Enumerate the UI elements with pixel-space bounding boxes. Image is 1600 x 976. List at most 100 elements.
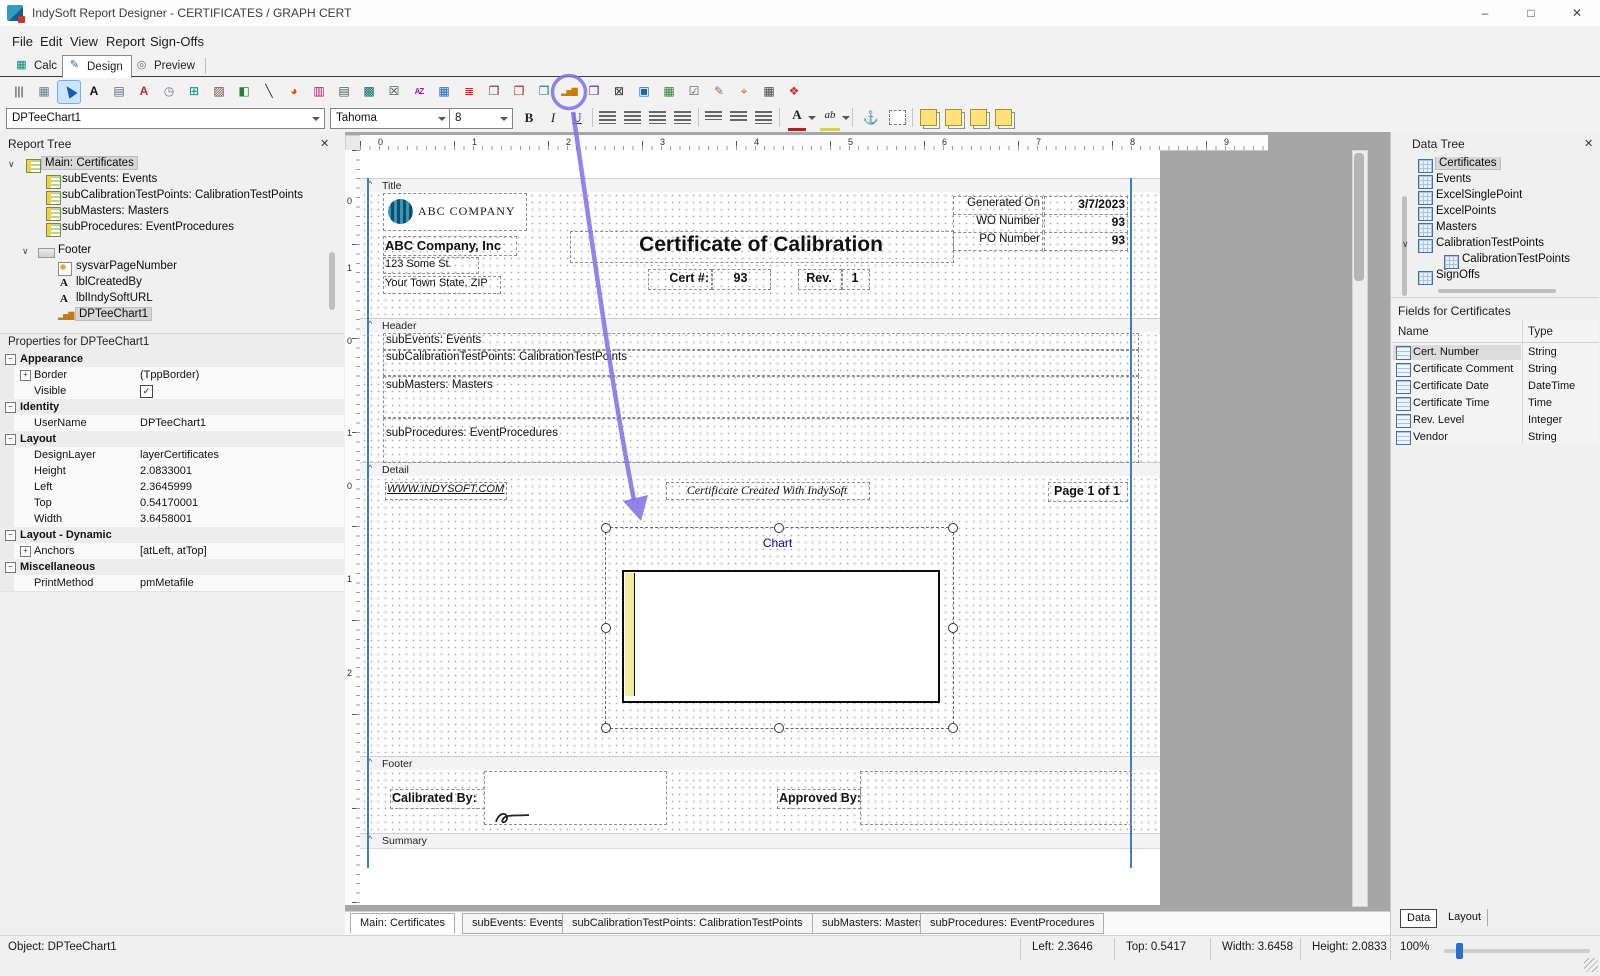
property-value[interactable]: DPTeeChart1: [140, 417, 206, 429]
resize-handle[interactable]: [948, 623, 958, 633]
design-scrollbar-thumb[interactable]: [1354, 153, 1364, 281]
tree-item-subevents[interactable]: subEvents: Events: [0, 173, 330, 189]
property-group-miscellaneous[interactable]: − Miscellaneous: [0, 559, 344, 576]
collapse-icon[interactable]: −: [5, 354, 16, 365]
data-tree-item-calibrationtestpoints[interactable]: ∨ CalibrationTestPoints: [1390, 237, 1598, 253]
send-to-back-icon[interactable]: [945, 109, 962, 126]
property-row-left[interactable]: Left 2.3645999: [0, 479, 344, 496]
resize-handle[interactable]: [948, 523, 958, 533]
company-label[interactable]: ABC Company, Inc: [383, 236, 517, 256]
tree-item-main-certificates[interactable]: ∨ Main: Certificates: [0, 157, 330, 173]
systemvariable-icon[interactable]: ◷: [158, 81, 180, 103]
teechart-icon[interactable]: ◕: [283, 81, 305, 103]
wo-number-value[interactable]: 93: [1044, 214, 1128, 233]
subreport-events[interactable]: subEvents: Events: [383, 333, 1139, 350]
property-group-layout-dynamic[interactable]: − Layout - Dynamic: [0, 527, 344, 544]
menu-report[interactable]: Report: [104, 32, 147, 51]
calibrated-by-label[interactable]: Calibrated By:: [390, 789, 485, 809]
property-row-printmethod[interactable]: PrintMethod pmMetafile: [0, 575, 344, 592]
property-row-username[interactable]: UserName DPTeeChart1: [0, 415, 344, 432]
property-value[interactable]: 3.6458001: [140, 513, 192, 525]
bring-to-front-icon[interactable]: [920, 109, 937, 126]
data-tree-item-excelsinglepoint[interactable]: ExcelSinglePoint: [1390, 189, 1598, 205]
align-left-icon[interactable]: [599, 111, 616, 124]
tree-item-subprocedures[interactable]: subProcedures: EventProcedures: [0, 221, 330, 237]
dbbarcode-icon[interactable]: ⊠: [608, 81, 630, 103]
page-tab-main[interactable]: Main: Certificates: [350, 913, 455, 934]
property-row-height[interactable]: Height 2.0833001: [0, 463, 344, 480]
field-name[interactable]: Certificate Date: [1413, 380, 1489, 392]
tab-preview[interactable]: ◎ Preview: [130, 56, 203, 76]
geopoint-icon[interactable]: ❖: [783, 81, 805, 103]
align-justify-icon[interactable]: [674, 111, 691, 124]
zoom-slider-track[interactable]: [1444, 949, 1590, 953]
calibrated-signature-box[interactable]: [484, 771, 667, 825]
object-selector-combo[interactable]: DPTeeChart1: [6, 108, 325, 129]
dbmemo-icon[interactable]: ▤: [333, 81, 355, 103]
font-color-dropdown[interactable]: [808, 116, 816, 124]
rev-label[interactable]: Rev.: [798, 269, 842, 290]
groupband-icon[interactable]: ▣: [633, 81, 655, 103]
region-icon[interactable]: ❒: [483, 81, 505, 103]
dbcalc-icon[interactable]: AZ: [408, 81, 430, 103]
property-value[interactable]: layerCertificates: [140, 449, 219, 461]
tree-item-lblindysofturl[interactable]: A lblIndySoftURL: [0, 292, 330, 308]
dbchart-icon[interactable]: ▂▅▇: [558, 81, 580, 103]
font-family-combo[interactable]: Tahoma: [330, 108, 451, 129]
page-count-label[interactable]: Page 1 of 1: [1048, 482, 1128, 502]
po-number-value[interactable]: 93: [1044, 232, 1128, 251]
expander-icon[interactable]: ∨: [8, 159, 15, 170]
logo-object[interactable]: ABC COMPANY: [383, 193, 527, 231]
fields-name-column[interactable]: Name: [1398, 326, 1429, 338]
move-backward-icon[interactable]: [995, 109, 1012, 126]
report-tree-close-icon[interactable]: ✕: [320, 137, 329, 150]
tree-item-dpteechart1[interactable]: ▂▅▇ DPTeeChart1: [0, 308, 330, 324]
subreport-masters[interactable]: subMasters: Masters: [383, 376, 1139, 418]
zoom-slider-thumb[interactable]: [1456, 943, 1463, 959]
property-row-top[interactable]: Top 0.54170001: [0, 495, 344, 512]
tree-item-subcalibration[interactable]: subCalibrationTestPoints: CalibrationTes…: [0, 189, 330, 205]
line-icon[interactable]: ╲: [258, 81, 280, 103]
address2-label[interactable]: Your Town State, ZIP: [383, 276, 501, 294]
page-tab-subprocedures[interactable]: subProcedures: EventProcedures: [920, 913, 1104, 934]
chartregion-icon[interactable]: ❒: [583, 81, 605, 103]
italic-button[interactable]: I: [542, 107, 564, 128]
certificate-title-label[interactable]: Certificate of Calibration: [570, 231, 954, 263]
collapse-icon[interactable]: −: [5, 530, 16, 541]
tab-data[interactable]: Data: [1400, 909, 1437, 928]
menu-view[interactable]: View: [68, 32, 100, 51]
data-tree-item-calibrationtestpoints-child[interactable]: CalibrationTestPoints: [1390, 253, 1598, 269]
resize-handle[interactable]: [601, 723, 611, 733]
label-icon[interactable]: A: [83, 81, 105, 103]
tree-item-footer[interactable]: ∨ Footer: [0, 244, 330, 260]
align-right-icon[interactable]: [649, 111, 666, 124]
subreport-calibration[interactable]: subCalibrationTestPoints: CalibrationTes…: [383, 350, 1139, 376]
matrix-icon[interactable]: ▦: [758, 81, 780, 103]
resize-handle[interactable]: [774, 723, 784, 733]
dbtext-icon[interactable]: ▥: [308, 81, 330, 103]
resize-handle[interactable]: [948, 723, 958, 733]
data-tree-item-certificates[interactable]: Certificates: [1390, 157, 1598, 173]
tab-calc[interactable]: ▦ Calc: [10, 56, 65, 76]
bold-button[interactable]: B: [518, 107, 540, 128]
dbgrid-icon[interactable]: ▦: [433, 81, 455, 103]
approved-signature-box[interactable]: [860, 771, 1132, 825]
property-value[interactable]: 0.54170001: [140, 497, 198, 509]
fields-type-column[interactable]: Type: [1528, 326, 1553, 338]
valign-bottom-icon[interactable]: [755, 111, 772, 124]
tree-item-sysvarpagenumber[interactable]: sysvarPageNumber: [0, 260, 330, 276]
tree-item-submasters[interactable]: subMasters: Masters: [0, 205, 330, 221]
highlighter-icon[interactable]: ⌖: [733, 81, 755, 103]
dbrichtext-icon[interactable]: ≣: [458, 81, 480, 103]
report-tree-scrollbar[interactable]: [329, 252, 335, 310]
field-name[interactable]: Rev. Level: [1413, 414, 1464, 426]
data-tree-item-excelpoints[interactable]: ExcelPoints: [1390, 205, 1598, 221]
collapse-icon[interactable]: −: [5, 434, 16, 445]
property-row-width[interactable]: Width 3.6458001: [0, 511, 344, 528]
draw-icon[interactable]: ✎: [708, 81, 730, 103]
resize-handle[interactable]: [774, 523, 784, 533]
data-tree-hscrollbar[interactable]: [1438, 289, 1556, 293]
dbimage-icon[interactable]: ▩: [358, 81, 380, 103]
align-center-icon[interactable]: [624, 111, 641, 124]
property-value[interactable]: pmMetafile: [140, 577, 194, 589]
